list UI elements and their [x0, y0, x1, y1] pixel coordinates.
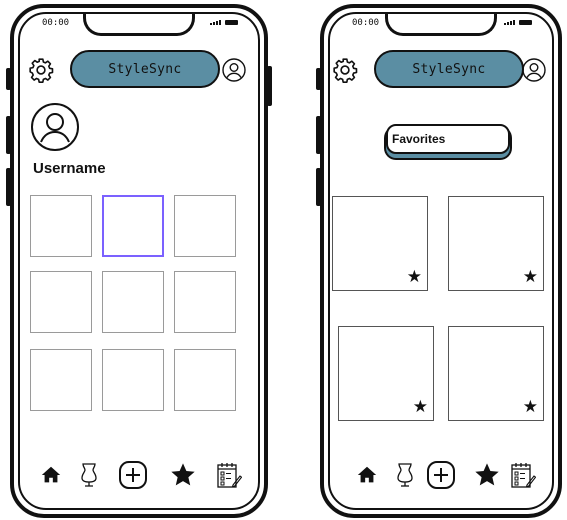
star-icon[interactable]: ★: [413, 399, 428, 416]
favorites-tab[interactable]: Favorites: [386, 124, 510, 154]
signal-icon: [504, 20, 515, 25]
star-icon[interactable]: ★: [523, 399, 538, 416]
grid-tile-selected[interactable]: [102, 195, 164, 257]
app-title-pill: StyleSync: [374, 50, 524, 88]
gear-icon[interactable]: [332, 57, 358, 83]
star-icon[interactable]: ★: [407, 269, 422, 286]
add-icon: [119, 461, 147, 489]
grid-tile[interactable]: [174, 195, 236, 257]
bottom-nav: [20, 456, 258, 496]
notch: [385, 14, 497, 36]
phone-profile-screen: 00:00 StyleSync Username: [6, 4, 272, 518]
notch: [83, 14, 195, 36]
status-icons: [210, 20, 238, 25]
nav-wardrobe[interactable]: [388, 458, 422, 492]
user-icon[interactable]: [222, 58, 246, 82]
grid-tile[interactable]: [174, 271, 236, 333]
screen: 00:00 StyleSync Favorites ★ ★ ★ ★: [328, 12, 554, 510]
signal-icon: [210, 20, 221, 25]
add-icon: [427, 461, 455, 489]
nav-planner[interactable]: [212, 458, 246, 492]
star-icon: [475, 463, 499, 486]
grid-tile[interactable]: [102, 271, 164, 333]
nav-home[interactable]: [34, 458, 68, 492]
grid-tile[interactable]: [30, 195, 92, 257]
app-header: StyleSync: [330, 48, 552, 90]
dress-form-icon: [81, 463, 97, 487]
status-time: 00:00: [352, 18, 380, 28]
nav-add[interactable]: [424, 458, 458, 492]
star-icon[interactable]: ★: [523, 269, 538, 286]
dress-form-icon: [397, 463, 413, 487]
user-icon[interactable]: [522, 58, 546, 82]
planner-icon: [217, 463, 242, 488]
username-label: Username: [33, 160, 106, 177]
nav-wardrobe[interactable]: [72, 458, 106, 492]
battery-icon: [519, 20, 532, 25]
app-title-pill: StyleSync: [70, 50, 220, 88]
nav-favorites[interactable]: [470, 458, 504, 492]
grid-tile[interactable]: [30, 271, 92, 333]
home-icon: [357, 466, 377, 483]
mute-switch: [6, 68, 11, 90]
battery-icon: [225, 20, 238, 25]
bottom-nav: [330, 456, 552, 496]
status-icons: [504, 20, 532, 25]
home-icon: [41, 466, 61, 483]
volume-down-button: [316, 168, 321, 206]
nav-home[interactable]: [350, 458, 384, 492]
status-time: 00:00: [42, 18, 70, 28]
profile-avatar-icon[interactable]: [30, 102, 80, 152]
planner-icon: [511, 463, 536, 488]
favorite-card[interactable]: ★: [332, 196, 428, 291]
gear-icon[interactable]: [28, 57, 54, 83]
volume-up-button: [316, 116, 321, 154]
mute-switch: [316, 68, 321, 90]
app-header: StyleSync: [20, 48, 258, 90]
nav-favorites[interactable]: [166, 458, 200, 492]
favorite-card[interactable]: ★: [338, 326, 434, 421]
phone-favorites-screen: 00:00 StyleSync Favorites ★ ★ ★ ★: [316, 4, 562, 518]
star-icon: [171, 463, 195, 486]
favorite-card[interactable]: ★: [448, 196, 544, 291]
power-button: [267, 66, 272, 106]
screen: 00:00 StyleSync Username: [18, 12, 260, 510]
nav-add[interactable]: [116, 458, 150, 492]
grid-tile[interactable]: [174, 349, 236, 411]
grid-tile[interactable]: [102, 349, 164, 411]
volume-up-button: [6, 116, 11, 154]
volume-down-button: [6, 168, 11, 206]
nav-planner[interactable]: [506, 458, 540, 492]
grid-tile[interactable]: [30, 349, 92, 411]
favorite-card[interactable]: ★: [448, 326, 544, 421]
